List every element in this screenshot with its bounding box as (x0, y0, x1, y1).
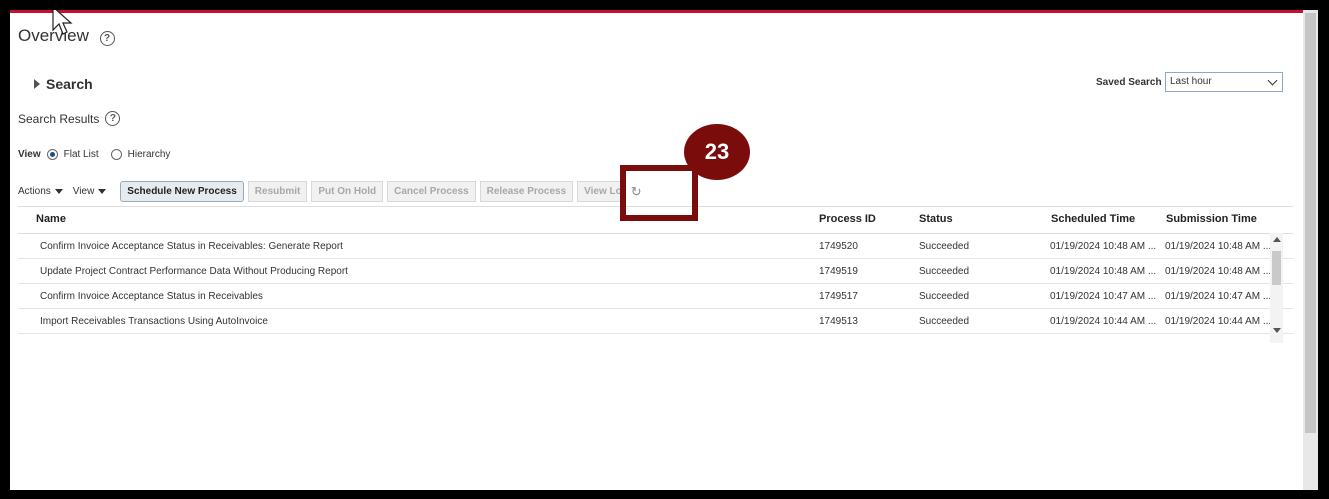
results-toolbar: Actions View Schedule New Process Resubm… (18, 181, 647, 202)
release-process-button[interactable]: Release Process (479, 181, 574, 202)
search-results-title: Search Results (18, 111, 100, 126)
cell-scheduled-time: 01/19/2024 10:47 AM ... (1050, 291, 1157, 302)
cell-submission-time: 01/19/2024 10:48 AM ... (1165, 241, 1272, 252)
cell-process-id: 1749513 (819, 316, 858, 327)
cell-status: Succeeded (919, 266, 970, 277)
mouse-cursor-icon (52, 10, 73, 35)
table-row[interactable]: Confirm Invoice Acceptance Status in Rec… (18, 234, 1293, 259)
cell-submission-time: 01/19/2024 10:44 AM ... (1165, 316, 1272, 327)
search-results-heading: Search Results ? (18, 111, 121, 126)
column-header-process-id[interactable]: Process ID (819, 213, 876, 225)
table-scrollbar[interactable] (1270, 233, 1283, 343)
cell-scheduled-time: 01/19/2024 10:48 AM ... (1050, 241, 1157, 252)
resubmit-button[interactable]: Resubmit (247, 181, 308, 202)
cell-process-id: 1749517 (819, 291, 858, 302)
column-header-name[interactable]: Name (36, 213, 66, 225)
put-on-hold-button[interactable]: Put On Hold (311, 181, 384, 202)
cell-scheduled-time: 01/19/2024 10:44 AM ... (1050, 316, 1157, 327)
table-scroll-thumb[interactable] (1272, 251, 1281, 285)
schedule-new-process-button[interactable]: Schedule New Process (120, 181, 244, 202)
page-scroll-thumb[interactable] (1305, 13, 1316, 433)
scroll-up-icon[interactable] (1273, 237, 1281, 242)
cell-submission-time: 01/19/2024 10:48 AM ... (1165, 266, 1272, 277)
view-mode-label: View (18, 149, 41, 160)
step-badge: 23 (684, 124, 750, 180)
search-toggle[interactable]: Search (34, 76, 93, 92)
search-label: Search (46, 76, 93, 92)
table-row[interactable]: Confirm Invoice Acceptance Status in Rec… (18, 284, 1293, 309)
scroll-down-icon[interactable] (1273, 328, 1281, 333)
expand-triangle-icon (34, 79, 40, 89)
actions-menu-label: Actions (18, 186, 51, 197)
tutorial-highlight-box (620, 165, 698, 221)
hierarchy-label[interactable]: Hierarchy (128, 149, 171, 160)
cell-submission-time: 01/19/2024 10:47 AM ... (1165, 291, 1272, 302)
cell-name: Confirm Invoice Acceptance Status in Rec… (40, 291, 263, 302)
page-scrollbar[interactable] (1303, 10, 1318, 490)
brand-bar (10, 10, 1318, 13)
view-menu[interactable]: View (73, 186, 107, 197)
table-body: Confirm Invoice Acceptance Status in Rec… (18, 234, 1293, 344)
saved-search-label: Saved Search (1096, 77, 1162, 88)
dropdown-arrow-icon (54, 189, 63, 194)
view-mode-group: View Flat List Hierarchy (18, 149, 170, 160)
cell-status: Succeeded (919, 316, 970, 327)
app-window: Overview ? Search Saved Search Last hour… (10, 10, 1318, 490)
cell-name: Update Project Contract Performance Data… (40, 266, 348, 277)
column-header-status[interactable]: Status (919, 213, 953, 225)
view-log-button[interactable]: View Log (577, 181, 622, 202)
cell-name: Import Receivables Transactions Using Au… (40, 316, 268, 327)
flat-list-radio[interactable] (46, 149, 58, 160)
view-menu-label: View (72, 186, 95, 197)
flat-list-label[interactable]: Flat List (64, 149, 99, 160)
cell-process-id: 1749519 (819, 266, 858, 277)
table-row[interactable]: Update Project Contract Performance Data… (18, 259, 1293, 284)
saved-search-select[interactable]: Last hour (1165, 72, 1283, 92)
actions-menu[interactable]: Actions (18, 186, 63, 197)
cell-scheduled-time: 01/19/2024 10:48 AM ... (1050, 266, 1157, 277)
hierarchy-radio[interactable] (110, 149, 122, 160)
cell-status: Succeeded (919, 291, 970, 302)
help-icon[interactable]: ? (99, 31, 115, 46)
cell-name: Confirm Invoice Acceptance Status in Rec… (40, 241, 343, 252)
cancel-process-button[interactable]: Cancel Process (387, 181, 476, 202)
column-header-submission-time[interactable]: Submission Time (1166, 213, 1257, 225)
saved-search-value: Last hour (1170, 76, 1212, 87)
chevron-down-icon (1267, 75, 1278, 86)
help-icon[interactable]: ? (105, 111, 121, 126)
results-table: Name Process ID Status Scheduled Time Su… (18, 206, 1293, 344)
table-row[interactable]: Import Receivables Transactions Using Au… (18, 309, 1293, 334)
dropdown-arrow-icon (98, 189, 107, 194)
cell-status: Succeeded (919, 241, 970, 252)
column-header-scheduled-time[interactable]: Scheduled Time (1051, 213, 1135, 225)
cell-process-id: 1749520 (819, 241, 858, 252)
